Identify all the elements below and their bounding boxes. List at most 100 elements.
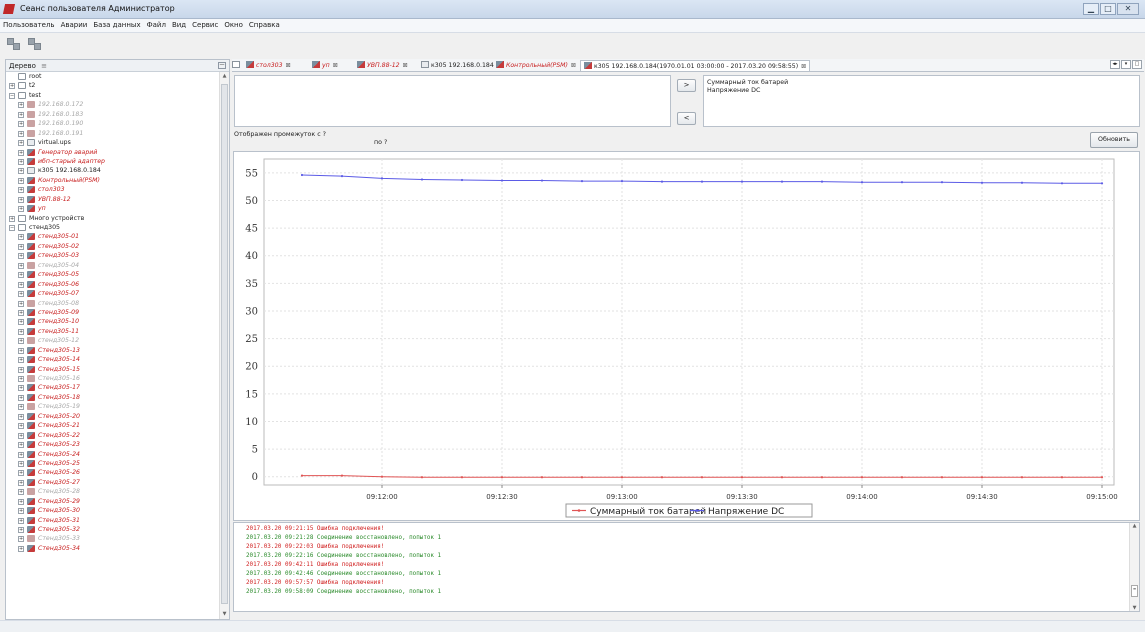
tree-node[interactable]: + Стенд305-34 — [6, 544, 219, 553]
expand-icon[interactable]: + — [18, 517, 24, 524]
tree-node[interactable]: + Стенд305-23 — [6, 440, 219, 449]
tree-node[interactable]: + Стенд305-16 — [6, 374, 219, 383]
expand-icon[interactable]: + — [18, 508, 24, 515]
tab-scroll-icon[interactable]: ◂▸ — [1110, 60, 1120, 69]
tree-node[interactable]: + Генератор аварий — [6, 148, 219, 157]
expand-icon[interactable]: + — [18, 366, 24, 373]
expand-icon[interactable]: + — [18, 470, 24, 477]
log-scrollbar[interactable]: ▲ ≡ ▼ — [1129, 523, 1139, 611]
tree-node[interactable]: + Стенд305-19 — [6, 402, 219, 411]
remove-series-button[interactable]: < — [677, 112, 696, 125]
expand-icon[interactable]: + — [18, 158, 24, 165]
tree-node[interactable]: + Много устройств — [6, 214, 219, 223]
minimize-panel-icon[interactable] — [232, 61, 240, 68]
tree-scrollbar[interactable]: ▲ ▼ — [219, 72, 229, 619]
tree-node[interactable]: + Контрольный(PSM) — [6, 176, 219, 185]
expand-icon[interactable]: + — [18, 187, 24, 194]
menu-item[interactable]: Вид — [169, 19, 189, 31]
tree-node[interactable]: + стенд305-07 — [6, 289, 219, 298]
tree-node[interactable]: + Стенд305-33 — [6, 534, 219, 543]
selected-series-item[interactable]: Суммарный ток батарей — [704, 79, 1139, 87]
selected-series-list[interactable]: Суммарный ток батарей Напряжение DC — [703, 75, 1140, 127]
scroll-down-icon[interactable]: ▼ — [220, 610, 229, 619]
tree-node[interactable]: + Стенд305-29 — [6, 497, 219, 506]
expand-icon[interactable]: + — [18, 404, 24, 411]
tree-node[interactable]: +192.168.0.172 — [6, 100, 219, 109]
disconnect-icon[interactable] — [27, 36, 44, 53]
tree-node[interactable]: + Стенд305-25 — [6, 459, 219, 468]
tree-node[interactable]: + стенд305-06 — [6, 280, 219, 289]
expand-icon[interactable]: + — [18, 460, 24, 467]
tree-node[interactable]: + ибп-старый адаптер — [6, 157, 219, 166]
expand-icon[interactable]: + — [18, 357, 24, 364]
maximize-icon[interactable]: □ — [1100, 3, 1116, 15]
scroll-up-icon[interactable]: ▲ — [220, 72, 229, 81]
menu-item[interactable]: Пользователь — [0, 19, 58, 31]
tree-node[interactable]: + Стенд305-31 — [6, 516, 219, 525]
expand-icon[interactable]: + — [18, 243, 24, 250]
close-tab-icon[interactable]: ⊠ — [403, 62, 408, 69]
expand-icon[interactable]: + — [18, 385, 24, 392]
tree-node[interactable]: + Стенд305-18 — [6, 393, 219, 402]
tree-node[interactable]: + стенд305-11 — [6, 327, 219, 336]
tab-device[interactable]: к305 192.168.0.184(1970.01.01 03:00:00 -… — [580, 60, 811, 71]
expand-icon[interactable]: + — [18, 479, 24, 486]
connect-icon[interactable] — [6, 36, 23, 53]
collapse-icon[interactable]: − — [9, 225, 15, 231]
selected-series-item[interactable]: Напряжение DC — [704, 87, 1139, 95]
tree-node[interactable]: + Стенд305-13 — [6, 346, 219, 355]
tree-node[interactable]: +192.168.0.191 — [6, 129, 219, 138]
menu-item[interactable]: Справка — [246, 19, 283, 31]
tree-node[interactable]: + Стенд305-15 — [6, 365, 219, 374]
expand-icon[interactable]: + — [18, 168, 24, 175]
tab-device[interactable]: к305 192.168.0.184⊠ — [421, 60, 502, 71]
tree-node[interactable]: + Стенд305-30 — [6, 506, 219, 515]
tree-node[interactable]: + Стенд305-27 — [6, 478, 219, 487]
expand-icon[interactable]: + — [18, 253, 24, 260]
tree-node[interactable]: + к305 192.168.0.184 — [6, 166, 219, 175]
expand-icon[interactable]: + — [18, 545, 24, 552]
expand-icon[interactable]: + — [18, 102, 24, 109]
tree-node[interactable]: + virtual.ups — [6, 138, 219, 147]
tree-node[interactable]: + стенд305-04 — [6, 261, 219, 270]
scroll-thumb[interactable] — [221, 84, 228, 604]
tab-device[interactable]: УВП.88-12 ⊠ — [357, 60, 408, 71]
tree-node[interactable]: +192.168.0.183 — [6, 110, 219, 119]
expand-icon[interactable]: + — [9, 215, 15, 222]
tab-device[interactable]: уп ⊠ — [312, 60, 338, 71]
maximize-panel-icon[interactable]: □ — [1132, 60, 1142, 69]
menu-item[interactable]: Аварии — [58, 19, 91, 31]
expand-icon[interactable]: + — [18, 130, 24, 137]
panel-menu-icon[interactable]: ≡ — [41, 62, 47, 70]
tab-list-icon[interactable]: ▾ — [1121, 60, 1131, 69]
expand-icon[interactable]: + — [18, 121, 24, 128]
available-series-list[interactable] — [234, 75, 671, 127]
expand-icon[interactable]: + — [18, 489, 24, 496]
expand-icon[interactable]: + — [18, 140, 24, 147]
expand-icon[interactable]: + — [9, 83, 15, 90]
expand-icon[interactable]: + — [18, 527, 24, 533]
menu-item[interactable]: Сервис — [189, 19, 221, 31]
tree-node[interactable]: + Стенд305-28 — [6, 487, 219, 496]
tree-node[interactable]: + стенд305-03 — [6, 251, 219, 260]
collapse-icon[interactable]: − — [9, 92, 15, 99]
tree-node[interactable]: + УВП.88-12 — [6, 195, 219, 204]
expand-icon[interactable]: + — [18, 432, 24, 439]
expand-icon[interactable]: + — [18, 394, 24, 401]
expand-icon[interactable]: + — [18, 451, 24, 458]
expand-icon[interactable]: + — [18, 319, 24, 326]
close-tab-icon[interactable]: ⊠ — [801, 63, 806, 70]
close-tab-icon[interactable]: ⊠ — [571, 62, 576, 69]
tree-node[interactable]: + стенд305-01 — [6, 232, 219, 241]
tree-node[interactable]: + Стенд305-20 — [6, 412, 219, 421]
tree-node[interactable]: + Стенд305-21 — [6, 421, 219, 430]
scroll-up-icon[interactable]: ▲ — [1130, 523, 1139, 529]
scroll-down-icon[interactable]: ▼ — [1130, 605, 1139, 611]
expand-icon[interactable]: + — [18, 281, 24, 288]
tree-node[interactable]: root — [6, 72, 219, 81]
tab-device[interactable]: стол303 ⊠ — [246, 60, 291, 71]
tree-node[interactable]: + стенд305-12 — [6, 336, 219, 345]
tree-node[interactable]: + стенд305-09 — [6, 308, 219, 317]
tree-node[interactable]: − стенд305 — [6, 223, 219, 232]
close-tab-icon[interactable]: ⊠ — [333, 62, 338, 69]
